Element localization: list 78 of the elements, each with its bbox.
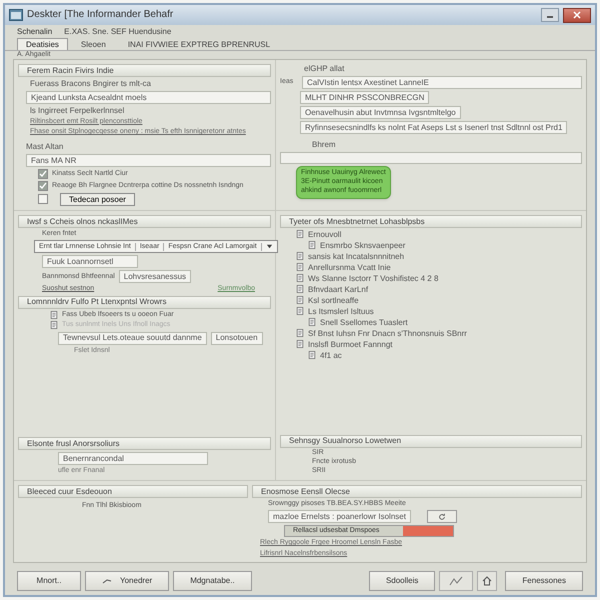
document-icon bbox=[296, 274, 304, 282]
input-field[interactable]: Benernrancondal bbox=[58, 452, 208, 466]
document-icon bbox=[50, 321, 58, 330]
tree-item[interactable]: Sf Bnst Iuhsn Fnr Dnacn s'Thnonsnuis SBnrr bbox=[308, 328, 467, 338]
tree-item[interactable]: Ws Slanne Isctorr T Voshifistec 4 2 8 bbox=[308, 274, 438, 284]
document-icon bbox=[308, 351, 316, 360]
document-icon bbox=[296, 230, 304, 238]
option-text: ls Ingirreet Ferpelkerlnnsel bbox=[29, 106, 124, 116]
input-field[interactable]: Kjeand Lunksta Acsealdnt moels bbox=[26, 90, 271, 104]
section-header: Sehnsgy Suualnorso Lowetwen bbox=[280, 434, 582, 448]
tree-item[interactable]: Ensmrbo Sknsvaenpeer bbox=[320, 240, 406, 250]
tree-item[interactable]: Anrellursnma Vcatt Inie bbox=[308, 262, 391, 272]
home-icon bbox=[482, 576, 492, 586]
section-header: Tyeter ofs Mnesbtnetrnet Lohasblpsbs bbox=[280, 214, 582, 228]
dialog-button[interactable]: Mnort.. bbox=[17, 571, 81, 591]
section-header: Lomnnnldrv Fulfo Pt Ltenxpntsl Wrowrs bbox=[18, 296, 271, 309]
minimize-button[interactable] bbox=[541, 8, 559, 22]
notes-field[interactable] bbox=[280, 152, 582, 164]
refresh-button[interactable] bbox=[426, 510, 457, 524]
document-icon bbox=[308, 318, 316, 326]
dialog-button[interactable]: Sdoolleis bbox=[368, 571, 436, 591]
toolbar-text: E.XAS. Sne. SEF Huendusine bbox=[64, 26, 172, 36]
document-icon bbox=[296, 285, 304, 294]
section-header: Ferem Racin Fivirs Indie bbox=[18, 64, 271, 78]
document-icon bbox=[296, 307, 304, 316]
chart-button[interactable] bbox=[439, 571, 474, 591]
tab[interactable]: INAI FIVWIEE EXPTREG BPRENRUSL bbox=[118, 38, 280, 50]
tree-item[interactable]: Bfnvdaart KarLnf bbox=[308, 284, 368, 294]
dialog-button[interactable]: Mdgnatabe.. bbox=[173, 571, 252, 591]
tree-item[interactable]: sansis kat Incatalsnnnitneh bbox=[308, 252, 404, 262]
input-field[interactable]: MLHT DINHR PSSCONBRECGN bbox=[300, 90, 430, 104]
tree-item[interactable]: Ernouvoll bbox=[308, 230, 342, 240]
tree-item[interactable]: Inslsfl Burmoet Fannngt bbox=[308, 340, 392, 350]
input-field[interactable]: Ryfinnsesecsnindlfs ks nolnt Fat Aseps Lst s Isenerl tnst Sdltnnl ost Prd1 bbox=[300, 120, 568, 134]
menu-label[interactable]: Schenalin bbox=[17, 26, 52, 36]
input-field[interactable]: Lonsotouen bbox=[210, 332, 263, 345]
tree-item[interactable]: 4f1 ac bbox=[320, 350, 342, 360]
refresh-icon bbox=[438, 512, 446, 521]
tree-item[interactable]: Ksl sortlneaffe bbox=[308, 296, 359, 306]
tab[interactable]: Sleoen bbox=[72, 38, 115, 50]
document-icon bbox=[296, 252, 304, 260]
tree-item[interactable]: Snell Ssellomes Tuaslert bbox=[320, 318, 408, 328]
close-icon bbox=[573, 11, 581, 19]
checkbox[interactable] bbox=[38, 194, 48, 204]
caret-icon bbox=[266, 243, 273, 250]
home-button[interactable] bbox=[477, 571, 498, 591]
input-field[interactable]: Fans MA NR bbox=[26, 154, 271, 167]
section-header: Iwsf s Ccheis olnos nckaslIMes bbox=[18, 214, 271, 228]
document-icon bbox=[50, 310, 58, 319]
input-field[interactable]: Fuuk Loannornsetl bbox=[42, 255, 138, 268]
checkbox[interactable] bbox=[38, 180, 48, 191]
panel-title: elGHP allat bbox=[303, 64, 344, 74]
close-button[interactable] bbox=[563, 8, 591, 22]
tab[interactable]: Deatisies bbox=[17, 38, 68, 50]
document-icon bbox=[296, 329, 304, 338]
window-title: Deskter [The Informander Behafr bbox=[27, 9, 174, 21]
dialog-button[interactable]: Yonedrer bbox=[85, 571, 170, 591]
option-text: Fuerass Bracons Bngirer ts mlt-ca bbox=[29, 79, 151, 89]
document-icon bbox=[308, 241, 316, 250]
section-header: Elsonte frusl Anorsrsoliurs bbox=[18, 437, 271, 450]
section-header: Enosmose Eensll Olecse bbox=[252, 484, 582, 498]
document-icon bbox=[296, 296, 304, 304]
section-label: Mast Altan bbox=[25, 142, 64, 152]
input-field[interactable]: CalVIstin lentsx Axestinet LanneIE bbox=[302, 76, 582, 89]
document-icon bbox=[296, 263, 304, 272]
input-field[interactable]: Oenavelhusin abut Invtmnsa Ivgsntmltelgo bbox=[300, 106, 461, 119]
document-icon bbox=[296, 340, 304, 348]
section-header: Bleeced cuur Esdeouon bbox=[18, 484, 248, 498]
action-button[interactable]: Tedecan posoer bbox=[60, 192, 135, 206]
line-chart-icon bbox=[449, 576, 464, 586]
notes-label: Bhrem bbox=[311, 140, 336, 150]
dialog-button[interactable]: Fenessones bbox=[505, 571, 583, 591]
app-icon bbox=[9, 9, 23, 21]
checkbox[interactable] bbox=[38, 168, 48, 179]
input-field[interactable]: Lohvsresanessus bbox=[118, 270, 192, 284]
input-field[interactable]: mazloe Ernelsts : poanerlowr Isolnset bbox=[268, 510, 411, 524]
tree-item[interactable]: Ls Itsmslerl Isltuus bbox=[308, 306, 374, 316]
input-field[interactable]: Tewnevsul Lets.oteaue souutd dannme bbox=[58, 332, 207, 345]
